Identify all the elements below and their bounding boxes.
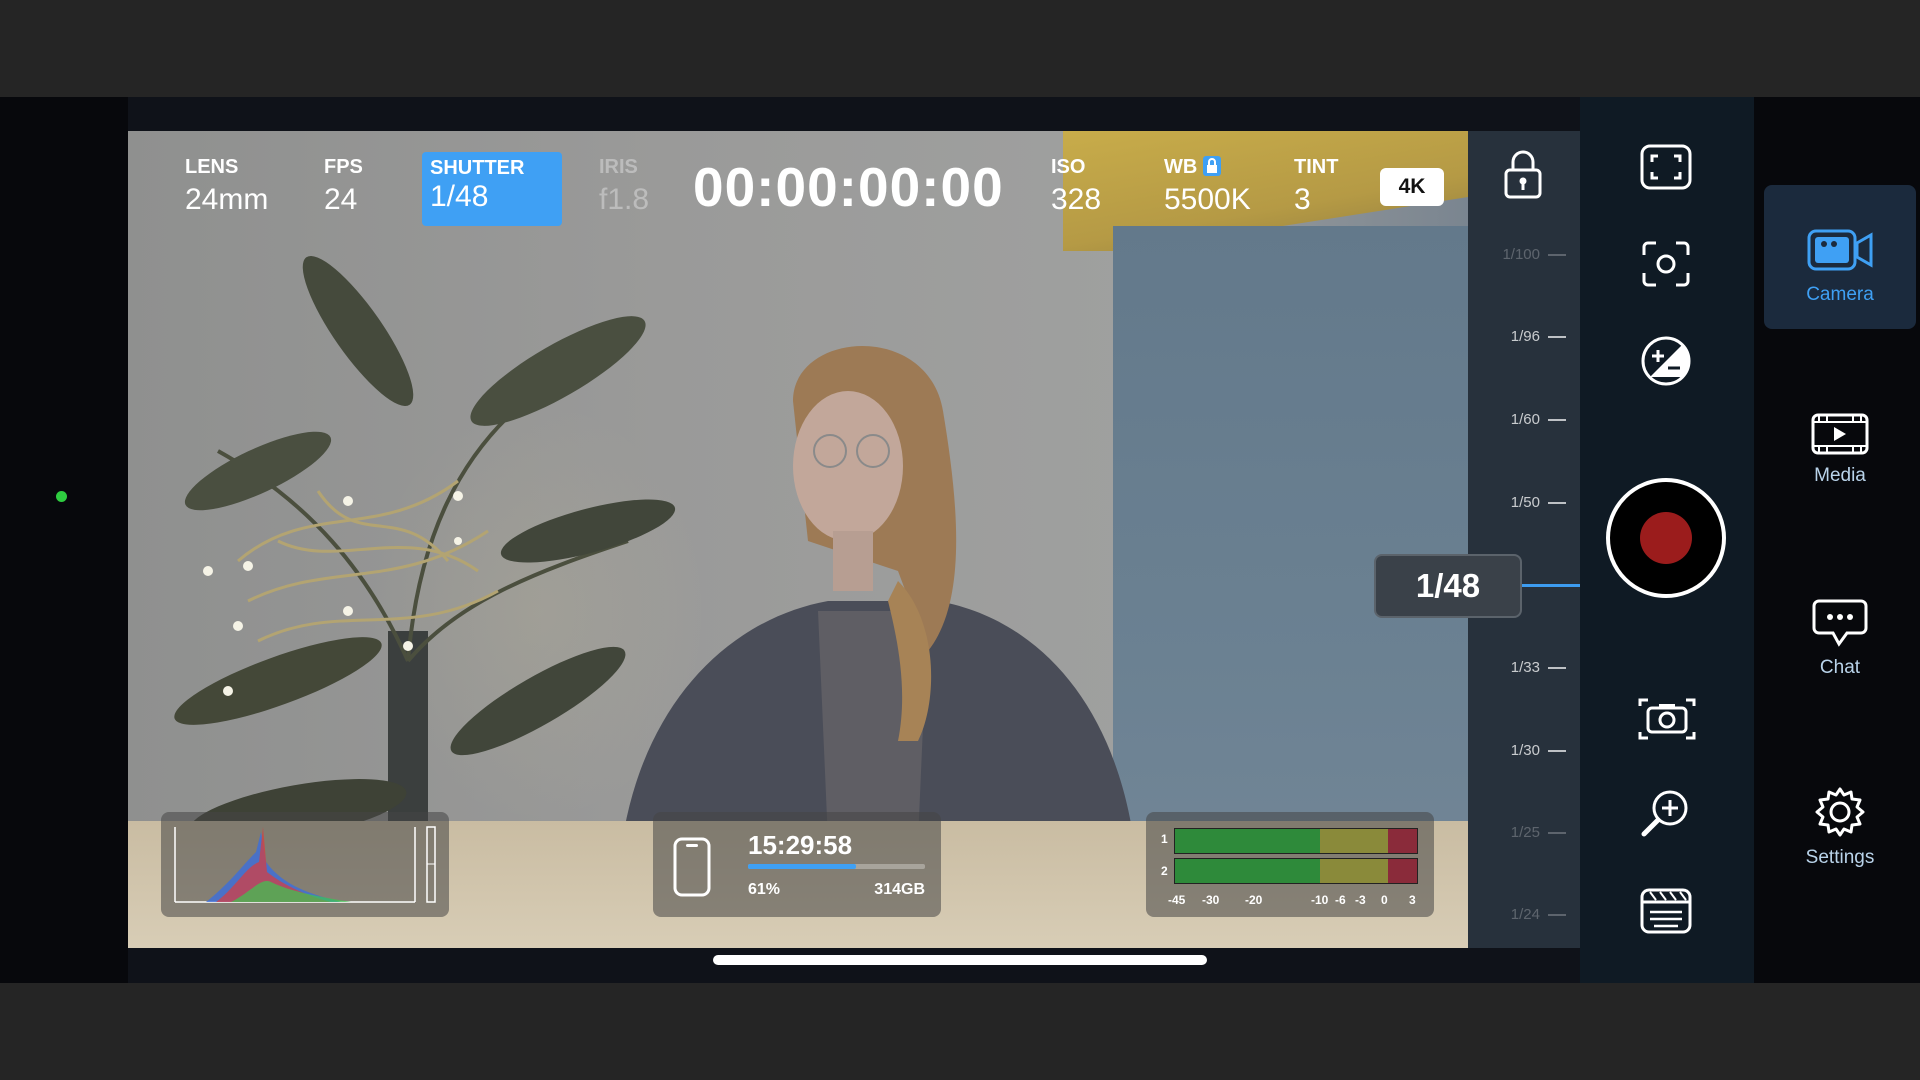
iris-param[interactable]: IRIS f1.8 [599, 156, 649, 217]
record-dot-icon [1640, 512, 1692, 564]
storage-panel[interactable]: 15:29:58 61% 314GB [653, 812, 941, 917]
slate-button[interactable] [1640, 888, 1692, 934]
nav-media-label: Media [1814, 465, 1866, 486]
audio-channel-2-meter [1174, 858, 1418, 884]
zoom-button[interactable] [1640, 788, 1692, 837]
media-film-icon [1811, 413, 1869, 455]
person-image [618, 346, 1138, 881]
photo-capture-button[interactable] [1634, 696, 1700, 742]
wb-label: WB [1164, 156, 1198, 178]
iso-param[interactable]: ISO 328 [1051, 156, 1101, 217]
record-time-remaining: 15:29:58 [748, 830, 853, 860]
chat-bubble-icon [1812, 599, 1868, 647]
audio-scale-label: -45 [1168, 893, 1186, 907]
storage-percent: 61% [748, 881, 781, 898]
audio-channel-label: 1 [1161, 832, 1168, 846]
shutter-tick[interactable]: 1/50 [1511, 494, 1566, 511]
audio-scale-label: -30 [1202, 893, 1220, 907]
white-balance-param[interactable]: WB 5500K [1164, 156, 1251, 217]
tint-param[interactable]: TINT 3 [1294, 156, 1338, 217]
lock-icon[interactable] [1503, 148, 1543, 205]
gear-icon [1815, 787, 1865, 837]
audio-scale-label: -3 [1355, 893, 1366, 907]
shutter-tick[interactable]: 1/24 [1511, 906, 1566, 923]
audio-scale-label: 3 [1409, 893, 1416, 907]
slate-icon [1640, 888, 1692, 934]
nav-camera[interactable]: Camera [1764, 185, 1916, 329]
lens-value: 24mm [185, 183, 269, 216]
nav-media[interactable]: Media [1764, 412, 1916, 487]
camera-in-use-indicator [56, 491, 67, 502]
video-camera-icon [1807, 229, 1873, 271]
nav-chat-label: Chat [1819, 657, 1861, 678]
left-edge [0, 97, 128, 983]
fullscreen-button[interactable] [1640, 144, 1692, 190]
storage-bar-fill [748, 864, 856, 869]
iris-label: IRIS [599, 156, 638, 178]
shutter-tick[interactable]: 1/25 [1511, 824, 1566, 841]
audio-meter-panel[interactable]: 1 2 -45 -30 -20 -10 -6 -3 0 3 [1146, 812, 1434, 917]
shutter-tick[interactable]: 1/33 [1511, 659, 1566, 676]
audio-channel-1-meter [1174, 828, 1418, 854]
shutter-value-popup: 1/48 [1374, 554, 1522, 618]
storage-capacity: 314GB [874, 881, 925, 898]
tint-value: 3 [1294, 183, 1311, 216]
nav-settings[interactable]: Settings [1764, 786, 1916, 869]
wb-lock-icon [1203, 156, 1222, 176]
shutter-tick[interactable]: 1/96 [1511, 328, 1566, 345]
photo-capture-icon [1638, 698, 1696, 740]
shutter-label: SHUTTER [430, 157, 525, 179]
phone-storage-icon [673, 837, 711, 897]
exposure-compensation-button[interactable] [1640, 336, 1692, 386]
shutter-tick[interactable]: 1/100 [1502, 246, 1566, 263]
fps-label: FPS [324, 156, 363, 178]
iso-label: ISO [1051, 156, 1086, 178]
wb-label-row: WB [1164, 156, 1251, 179]
nav-chat[interactable]: Chat [1764, 598, 1916, 679]
focus-button[interactable] [1640, 241, 1692, 287]
lens-label: LENS [185, 156, 239, 178]
wb-value: 5500K [1164, 183, 1251, 216]
audio-scale-label: -10 [1311, 893, 1329, 907]
timecode[interactable]: 00:00:00:00 [693, 155, 1004, 219]
shutter-tick[interactable]: 1/60 [1511, 411, 1566, 428]
record-button[interactable] [1606, 478, 1726, 598]
home-indicator[interactable] [713, 955, 1207, 965]
tint-label: TINT [1294, 156, 1339, 178]
audio-scale-label: 0 [1381, 893, 1388, 907]
focus-icon [1642, 241, 1690, 287]
histogram-graph [174, 826, 436, 903]
fps-param[interactable]: FPS 24 [324, 156, 363, 217]
shutter-param[interactable]: SHUTTER 1/48 [422, 152, 562, 226]
storage-bar [748, 864, 925, 869]
audio-scale-label: -6 [1335, 893, 1346, 907]
resolution-badge[interactable]: 4K [1380, 168, 1444, 206]
shutter-picker[interactable]: 1/100 1/96 1/60 1/50 1/33 1/30 1/25 1/24 [1468, 131, 1580, 948]
lens-param[interactable]: LENS 24mm [185, 156, 268, 217]
fullscreen-icon [1640, 144, 1692, 190]
audio-channel-label: 2 [1161, 864, 1168, 878]
nav-camera-label: Camera [1806, 284, 1874, 305]
nav-settings-label: Settings [1805, 847, 1875, 868]
shutter-tick[interactable]: 1/30 [1511, 742, 1566, 759]
iso-value: 328 [1051, 183, 1102, 216]
iris-value: f1.8 [599, 183, 650, 216]
shutter-selection-line [1518, 584, 1580, 587]
audio-scale-label: -20 [1245, 893, 1263, 907]
exposure-compensation-icon [1641, 336, 1691, 386]
histogram-panel[interactable] [161, 812, 449, 917]
zoom-in-icon [1641, 790, 1688, 837]
fps-value: 24 [324, 183, 358, 216]
shutter-value: 1/48 [430, 180, 489, 213]
